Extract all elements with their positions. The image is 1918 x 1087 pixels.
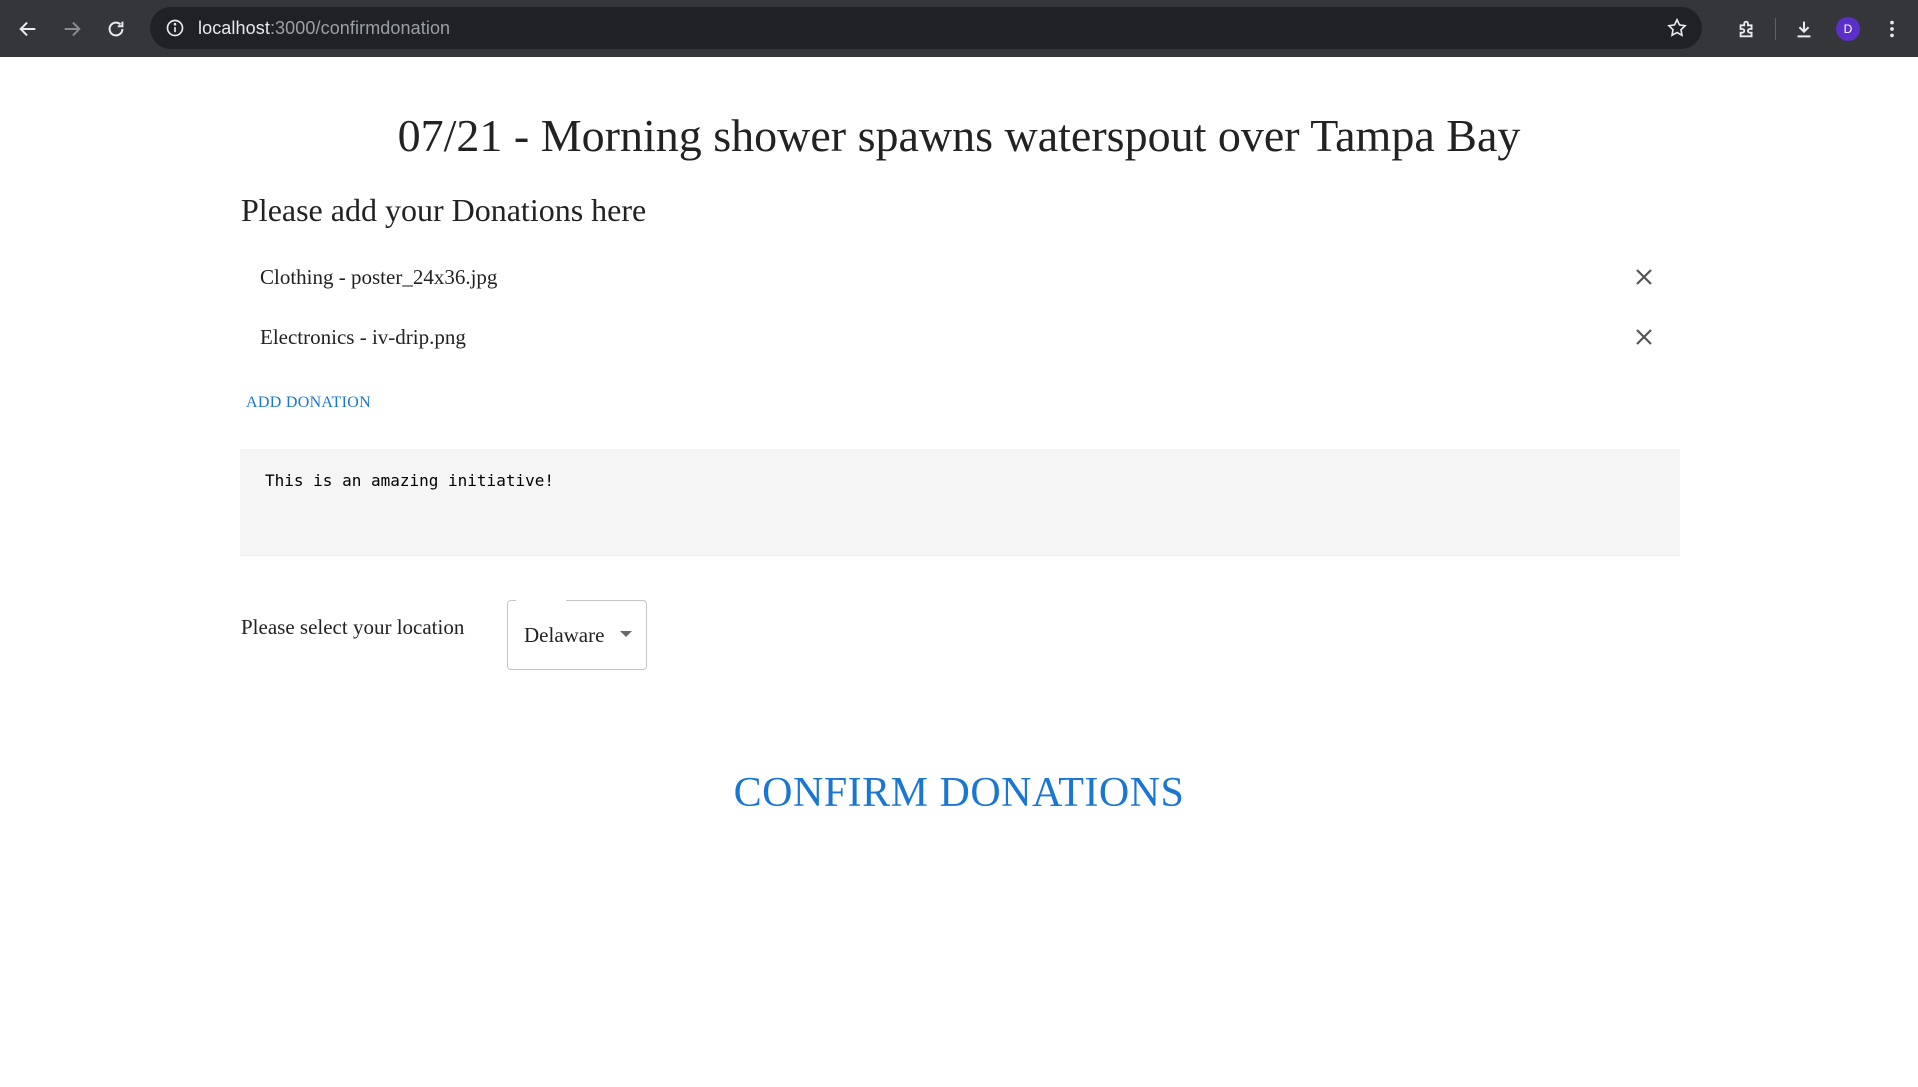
close-icon[interactable]: [1630, 263, 1658, 291]
location-label: Please select your location: [241, 615, 465, 639]
list-item: Clothing - poster_24x36.jpg: [240, 247, 1680, 307]
select-outline-notch: [516, 600, 566, 602]
page-title: 07/21 - Morning shower spawns waterspout…: [397, 110, 1521, 161]
location-selected-value: Delaware: [524, 622, 605, 647]
location-select[interactable]: Delaware: [507, 600, 647, 670]
url-text[interactable]: localhost:3000/confirmdonation: [198, 18, 450, 39]
chevron-down-icon: [620, 631, 632, 637]
site-info-icon[interactable]: [164, 17, 186, 39]
url-path: :3000/confirmdonation: [269, 17, 451, 38]
donation-list: Clothing - poster_24x36.jpg Electronics …: [240, 247, 1680, 367]
confirm-donations-row: CONFIRM DONATIONS: [0, 769, 1918, 817]
page-body: 07/21 - Morning shower spawns waterspout…: [0, 57, 1918, 1087]
list-item: Electronics - iv-drip.png: [240, 307, 1680, 367]
toolbar-divider: [1775, 17, 1776, 40]
add-donation-button[interactable]: ADD DONATION: [246, 394, 371, 412]
profile-avatar[interactable]: D: [1826, 7, 1870, 51]
section-title: Please add your Donations here: [241, 192, 647, 228]
menu-kebab-icon[interactable]: [1870, 7, 1914, 51]
forward-icon[interactable]: [50, 7, 94, 51]
download-icon[interactable]: [1782, 7, 1826, 51]
extensions-icon[interactable]: [1725, 7, 1769, 51]
avatar: D: [1836, 16, 1860, 41]
confirm-donations-button[interactable]: CONFIRM DONATIONS: [734, 770, 1185, 816]
address-bar[interactable]: localhost:3000/confirmdonation: [150, 7, 1702, 49]
toolbar-right: D: [1725, 0, 1918, 57]
browser-toolbar: localhost:3000/confirmdonation D: [0, 0, 1918, 57]
reload-icon[interactable]: [94, 7, 138, 51]
comment-textarea[interactable]: This is an amazing initiative!: [240, 449, 1680, 556]
donation-label: Electronics - iv-drip.png: [260, 324, 466, 349]
close-icon[interactable]: [1630, 323, 1658, 351]
back-icon[interactable]: [6, 7, 50, 51]
url-host: localhost: [198, 17, 270, 38]
bookmark-star-icon[interactable]: [1666, 17, 1688, 39]
donation-label: Clothing - poster_24x36.jpg: [260, 264, 498, 289]
